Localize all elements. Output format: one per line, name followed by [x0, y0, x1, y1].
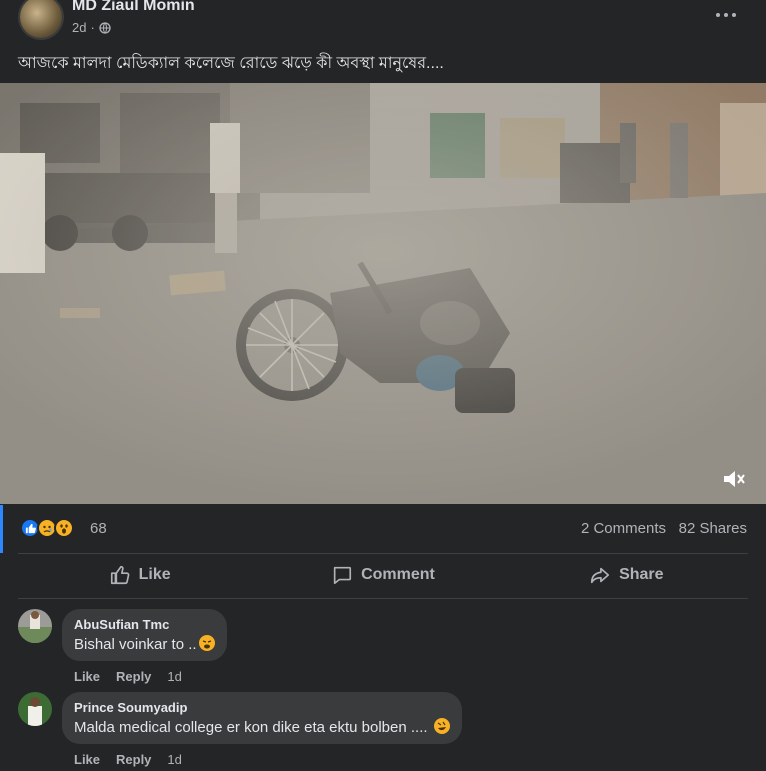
comment-actions: Like Reply 1d: [74, 752, 182, 767]
share-button[interactable]: Share: [505, 553, 748, 597]
comment-bubble-icon: [333, 566, 352, 585]
shares-count[interactable]: 82 Shares: [679, 520, 747, 537]
weary-face-emoji-icon: [198, 635, 215, 651]
comment-actions: Like Reply 1d: [74, 669, 182, 684]
divider: [18, 598, 748, 599]
comment-button-label: Comment: [361, 566, 435, 583]
comment-reply-button[interactable]: Reply: [116, 752, 151, 767]
comment-reply-button[interactable]: Reply: [116, 669, 151, 684]
like-button-label: Like: [138, 566, 171, 583]
commenter-name[interactable]: AbuSufian Tmc: [74, 617, 215, 632]
post-card: MD Ziaul Momin 2d · আজকে মালদা মেডিক্যাল…: [0, 0, 766, 771]
video-frame: [0, 83, 766, 504]
share-arrow-icon: [591, 567, 610, 584]
comment-button[interactable]: Comment: [261, 553, 504, 597]
comments-count[interactable]: 2 Comments: [581, 520, 666, 537]
more-options-icon[interactable]: [716, 6, 740, 22]
comment-bubble: Prince Soumyadip Malda medical college e…: [62, 692, 462, 744]
commenter-avatar[interactable]: [18, 692, 52, 726]
comment-text: Bishal voinkar to ..: [74, 635, 215, 653]
comment-like-button[interactable]: Like: [74, 669, 100, 684]
mute-icon[interactable]: [722, 468, 746, 490]
comment-time[interactable]: 1d: [167, 669, 181, 684]
wow-reaction-icon: [54, 518, 74, 538]
thumbs-up-icon: [110, 565, 130, 585]
post-header: MD Ziaul Momin 2d ·: [0, 0, 766, 44]
reaction-icons[interactable]: [20, 518, 74, 538]
globe-icon: [99, 21, 111, 34]
reaction-count[interactable]: 68: [90, 520, 107, 537]
post-caption: আজকে মালদা মেডিক্যাল কলেজে রোডে ঝড়ে কী …: [18, 55, 444, 72]
post-time[interactable]: 2d: [72, 20, 86, 35]
comment-text: Malda medical college er kon dike eta ek…: [74, 718, 450, 736]
post-meta: 2d ·: [72, 20, 111, 35]
post-video[interactable]: [0, 83, 766, 504]
rolling-laughing-emoji-icon: [433, 718, 450, 734]
commenter-avatar[interactable]: [18, 609, 52, 643]
like-button[interactable]: Like: [18, 553, 261, 597]
post-stats: 68 2 Comments 82 Shares: [0, 505, 766, 553]
comment-time[interactable]: 1d: [167, 752, 181, 767]
author-name[interactable]: MD Ziaul Momin: [72, 0, 195, 15]
share-button-label: Share: [619, 566, 664, 583]
post-actions: Like Comment Share: [18, 553, 748, 597]
comment-bubble: AbuSufian Tmc Bishal voinkar to ..: [62, 609, 227, 661]
comment-like-button[interactable]: Like: [74, 752, 100, 767]
author-avatar[interactable]: [20, 0, 62, 38]
commenter-name[interactable]: Prince Soumyadip: [74, 700, 450, 715]
